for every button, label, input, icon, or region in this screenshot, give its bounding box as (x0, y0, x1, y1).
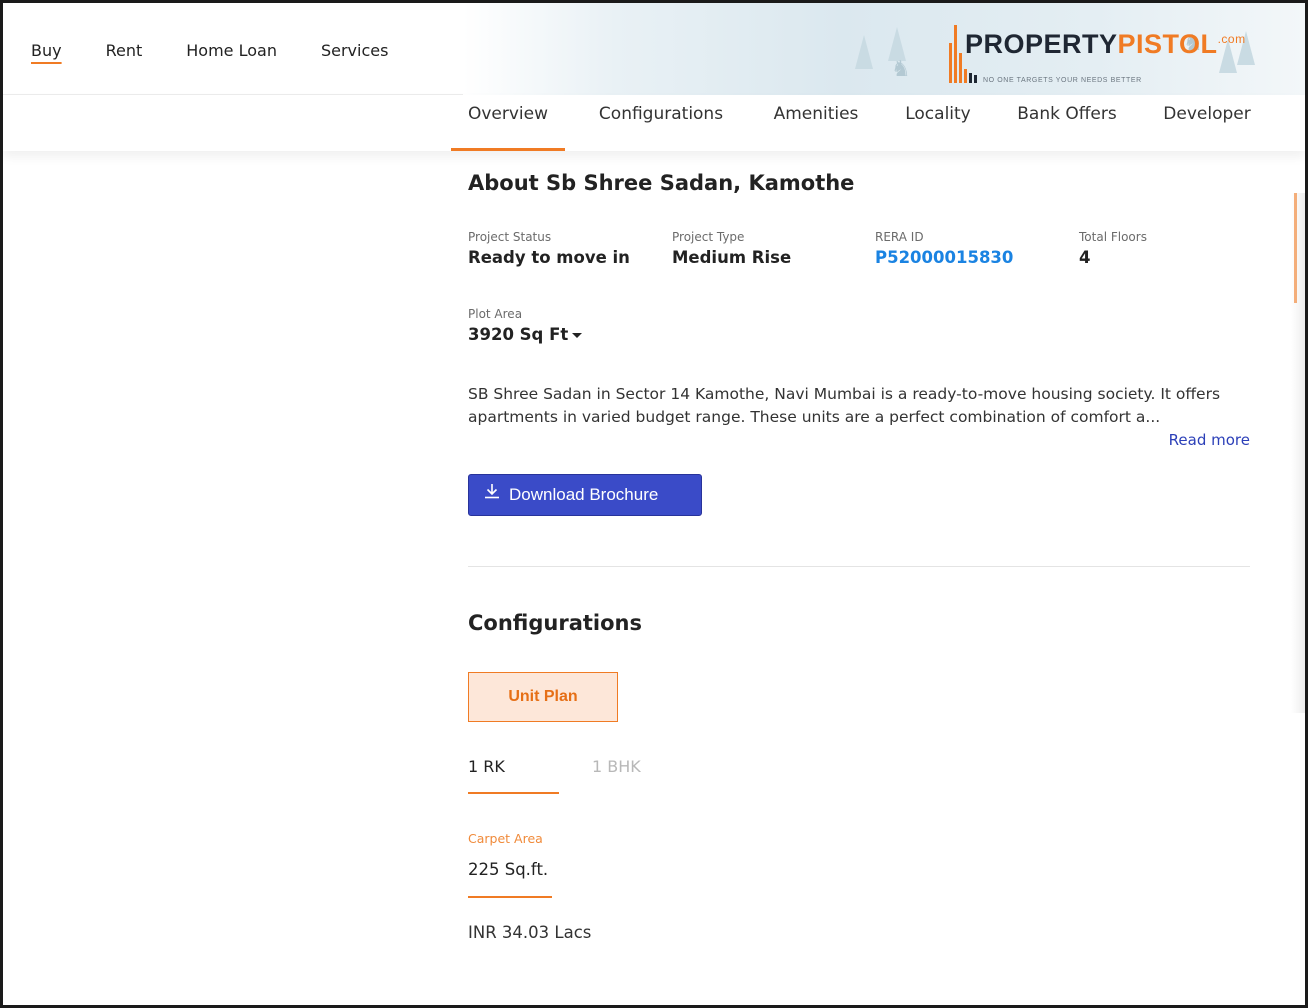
section-divider (468, 566, 1250, 567)
fact-plot-area: Plot Area 3920 Sq Ft (468, 307, 583, 344)
tab-configurations[interactable]: Configurations (591, 95, 731, 151)
unit-price: INR 34.03 Lacs (468, 923, 592, 942)
plot-area-value: 3920 Sq Ft (468, 325, 569, 344)
download-brochure-label: Download Brochure (509, 485, 659, 504)
propertypistol-logo[interactable]: PROPERTYPISTOL.com NO ONE TARGETS YOUR N… (947, 25, 1245, 85)
tab-amenities[interactable]: Amenities (767, 95, 865, 151)
carpet-area-label: Carpet Area (468, 831, 543, 846)
tab-locality[interactable]: Locality (899, 95, 977, 151)
fact-value: 4 (1079, 248, 1091, 267)
deer-icon: ♞ (891, 57, 911, 82)
menu-item-buy[interactable]: Buy (31, 41, 62, 66)
tab-1bhk[interactable]: 1 BHK (592, 757, 641, 776)
description-line: SB Shree Sadan in Sector 14 Kamothe, Nav… (468, 385, 1221, 403)
chevron-down-icon (572, 333, 583, 338)
carpet-area-underline (468, 896, 552, 898)
fact-label: RERA ID (875, 230, 924, 244)
carpet-area-value[interactable]: 225 Sq.ft. (468, 860, 548, 879)
tab-bank-offers[interactable]: Bank Offers (1011, 95, 1123, 151)
download-icon (485, 484, 499, 499)
plot-area-dropdown[interactable]: 3920 Sq Ft (468, 325, 583, 344)
read-more-link[interactable]: Read more (1169, 431, 1250, 449)
menu-item-services[interactable]: Services (321, 41, 388, 66)
top-navigation: ♞ ♞ Buy Rent Home Loan Services PROPERTY… (3, 3, 1305, 95)
fact-label: Project Type (672, 230, 745, 244)
logo-part-pistol: PISTOL (1117, 29, 1218, 59)
menu-item-rent[interactable]: Rent (106, 41, 143, 66)
download-brochure-button[interactable]: Download Brochure (468, 474, 702, 516)
fact-value: Ready to move in (468, 248, 630, 267)
logo-tagline: NO ONE TARGETS YOUR NEEDS BETTER (983, 77, 1142, 84)
fact-value: Medium Rise (672, 248, 792, 267)
fact-rera-id: RERA ID P52000015830 (875, 230, 1013, 267)
fact-total-floors: Total Floors 4 (1079, 230, 1147, 267)
side-panel-edge (1291, 193, 1305, 713)
fact-project-status: Project Status Ready to move in (468, 230, 630, 267)
configurations-title: Configurations (468, 611, 642, 635)
section-tabs: Overview Configurations Amenities Locali… (3, 95, 1305, 151)
main-menu: Buy Rent Home Loan Services (31, 41, 388, 66)
tab-developer[interactable]: Developer (1157, 95, 1257, 151)
logo-suffix: .com (1217, 32, 1246, 46)
fact-label: Total Floors (1079, 230, 1147, 244)
rera-id-link[interactable]: P52000015830 (875, 248, 1013, 267)
fact-project-type: Project Type Medium Rise (672, 230, 791, 267)
fact-label: Project Status (468, 230, 552, 244)
tab-overview[interactable]: Overview (451, 95, 565, 151)
unit-plan-button[interactable]: Unit Plan (468, 672, 618, 722)
tree-icon (855, 35, 873, 69)
fact-label: Plot Area (468, 307, 523, 321)
menu-item-home-loan[interactable]: Home Loan (186, 41, 277, 66)
about-title: About Sb Shree Sadan, Kamothe (468, 171, 855, 195)
project-description: SB Shree Sadan in Sector 14 Kamothe, Nav… (468, 383, 1250, 429)
logo-wordmark: PROPERTYPISTOL.com (965, 29, 1246, 60)
logo-part-property: PROPERTY (965, 29, 1118, 59)
tab-1rk[interactable]: 1 RK (468, 757, 505, 776)
page-frame: ♞ ♞ Buy Rent Home Loan Services PROPERTY… (0, 0, 1308, 1008)
description-line: apartments in varied budget range. These… (468, 408, 1161, 426)
tree-icon (888, 27, 906, 61)
active-tab-underline (468, 792, 559, 794)
